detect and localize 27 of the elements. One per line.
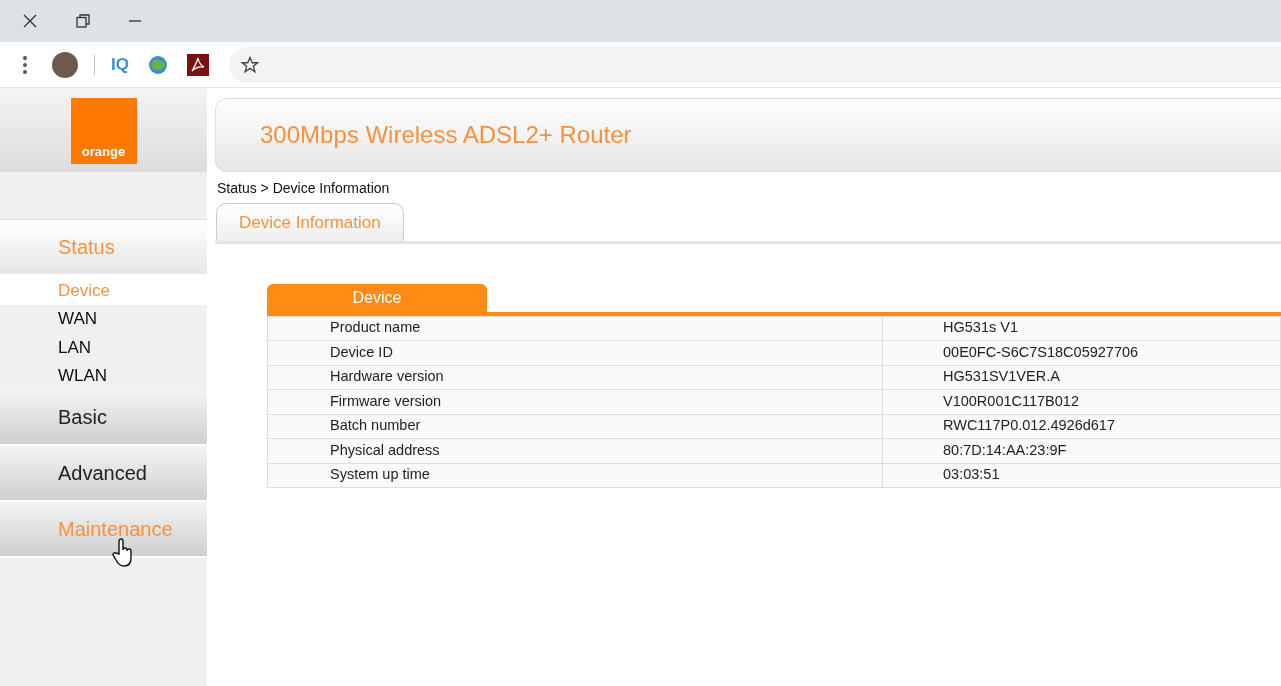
field-label: Hardware version xyxy=(267,365,883,390)
pdf-icon[interactable] xyxy=(186,53,209,76)
brand-logo: orange xyxy=(70,98,137,164)
field-label: Physical address xyxy=(267,438,883,463)
panel-title: Device xyxy=(267,283,487,312)
hand-cursor-icon xyxy=(112,538,134,568)
field-value: HG531SV1VER.A xyxy=(882,365,1281,390)
close-icon[interactable] xyxy=(22,13,38,29)
field-value: 03:03:51 xyxy=(882,463,1281,488)
field-value: V100R001C117B012 xyxy=(882,389,1281,414)
field-value: 00E0FC-S6C7S18C05927706 xyxy=(882,340,1281,365)
address-field[interactable] xyxy=(228,46,1281,83)
globe-icon[interactable] xyxy=(146,53,169,76)
profile-avatar[interactable] xyxy=(52,51,78,78)
field-value: RWC117P0.012.4926d617 xyxy=(882,414,1281,439)
field-value: HG531s V1 xyxy=(882,316,1281,341)
restore-icon[interactable] xyxy=(76,14,90,28)
field-label: Batch number xyxy=(267,414,883,439)
field-label: Device ID xyxy=(267,340,883,365)
breadcrumb: Status > Device Information xyxy=(217,179,391,198)
field-value: 80:7D:14:AA:23:9F xyxy=(882,438,1281,463)
field-label: System up time xyxy=(267,463,883,488)
menu-icon[interactable] xyxy=(22,54,28,75)
field-label: Firmware version xyxy=(267,389,883,414)
bookmark-star-icon[interactable] xyxy=(240,55,259,74)
router-title: 300Mbps Wireless ADSL2+ Router xyxy=(260,120,632,150)
field-label: Product name xyxy=(267,316,883,341)
